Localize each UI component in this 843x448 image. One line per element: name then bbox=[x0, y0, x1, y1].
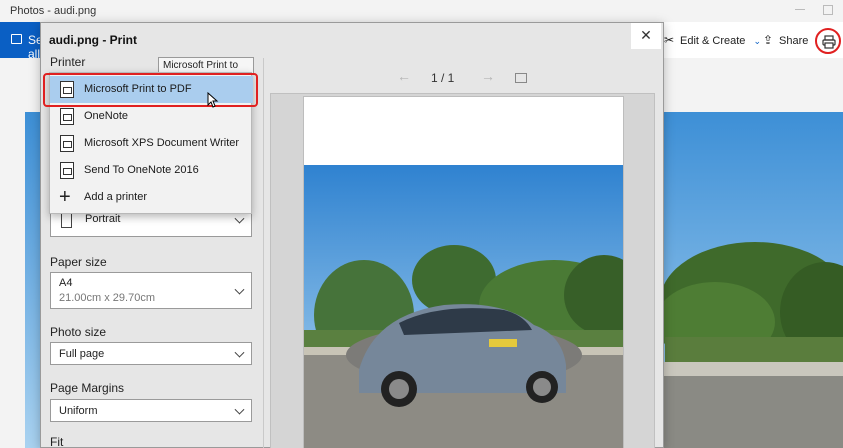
add-printer-button[interactable]: + Add a printer bbox=[50, 184, 253, 211]
page-counter: 1 / 1 bbox=[431, 71, 455, 85]
cursor-icon bbox=[207, 92, 219, 108]
paper-size-value: A4 bbox=[59, 277, 73, 289]
print-button[interactable] bbox=[815, 28, 841, 54]
fit-label: Fit bbox=[50, 435, 64, 448]
printer-option-label: OneNote bbox=[84, 110, 129, 122]
photo-size-select[interactable]: Full page bbox=[50, 342, 252, 365]
printer-icon bbox=[60, 162, 74, 179]
minimize-button[interactable] bbox=[795, 9, 805, 10]
share-button[interactable]: ⇪ Share bbox=[762, 33, 808, 47]
printer-option-label: Send To OneNote 2016 bbox=[84, 164, 199, 176]
share-label: Share bbox=[779, 35, 809, 47]
add-printer-label: Add a printer bbox=[84, 191, 147, 203]
preview-photo bbox=[304, 165, 623, 448]
paper-size-label: Paper size bbox=[50, 255, 107, 269]
printer-option-label: Microsoft XPS Document Writer bbox=[84, 137, 240, 149]
chevron-down-icon bbox=[234, 347, 245, 358]
plus-icon: + bbox=[59, 186, 71, 208]
maximize-button[interactable] bbox=[823, 5, 833, 15]
paper-size-select[interactable]: A4 21.00cm x 29.70cm bbox=[50, 272, 252, 309]
printer-option-xps-writer[interactable]: Microsoft XPS Document Writer bbox=[50, 130, 253, 157]
gallery-icon bbox=[11, 34, 22, 44]
dialog-title: audi.png - Print bbox=[49, 33, 137, 47]
close-icon: ✕ bbox=[640, 27, 652, 43]
selection-highlight bbox=[43, 73, 258, 107]
print-preview bbox=[270, 93, 655, 448]
fit-page-icon[interactable] bbox=[515, 73, 527, 83]
page-margins-value: Uniform bbox=[59, 405, 98, 417]
close-button[interactable]: ✕ bbox=[631, 23, 661, 49]
window-title: Photos - audi.png bbox=[10, 5, 97, 17]
printer-label: Printer bbox=[50, 55, 86, 69]
chevron-down-icon bbox=[234, 284, 245, 295]
pane-divider bbox=[263, 58, 264, 448]
preview-page bbox=[303, 96, 624, 448]
printer-icon bbox=[60, 135, 74, 152]
paper-size-detail: 21.00cm x 29.70cm bbox=[59, 292, 155, 304]
chevron-down-icon bbox=[234, 404, 245, 415]
orientation-value: Portrait bbox=[85, 213, 121, 225]
edit-create-label: Edit & Create bbox=[680, 35, 746, 47]
share-icon: ⇪ bbox=[762, 33, 774, 47]
printer-icon bbox=[60, 108, 74, 125]
portrait-icon bbox=[61, 212, 72, 228]
photo-size-label: Photo size bbox=[50, 325, 107, 339]
previous-page-button[interactable]: ← bbox=[397, 68, 411, 84]
page-margins-select[interactable]: Uniform bbox=[50, 399, 252, 422]
photos-app: Photos - audi.png See all ✂ Edit & Create… bbox=[0, 0, 843, 448]
printer-option-onenote[interactable]: OneNote bbox=[50, 103, 253, 130]
edit-icon: ✂ bbox=[663, 33, 675, 47]
next-page-button[interactable]: → bbox=[481, 68, 495, 84]
edit-create-button[interactable]: ✂ Edit & Create ⌄ bbox=[663, 33, 761, 47]
page-margins-label: Page Margins bbox=[50, 381, 125, 395]
chevron-down-icon: ⌄ bbox=[753, 36, 762, 46]
printer-icon bbox=[822, 35, 836, 49]
photo-size-value: Full page bbox=[59, 348, 105, 360]
chevron-down-icon bbox=[234, 213, 245, 224]
window-titlebar: Photos - audi.png bbox=[0, 0, 843, 22]
printer-option-send-to-onenote[interactable]: Send To OneNote 2016 bbox=[50, 157, 253, 184]
